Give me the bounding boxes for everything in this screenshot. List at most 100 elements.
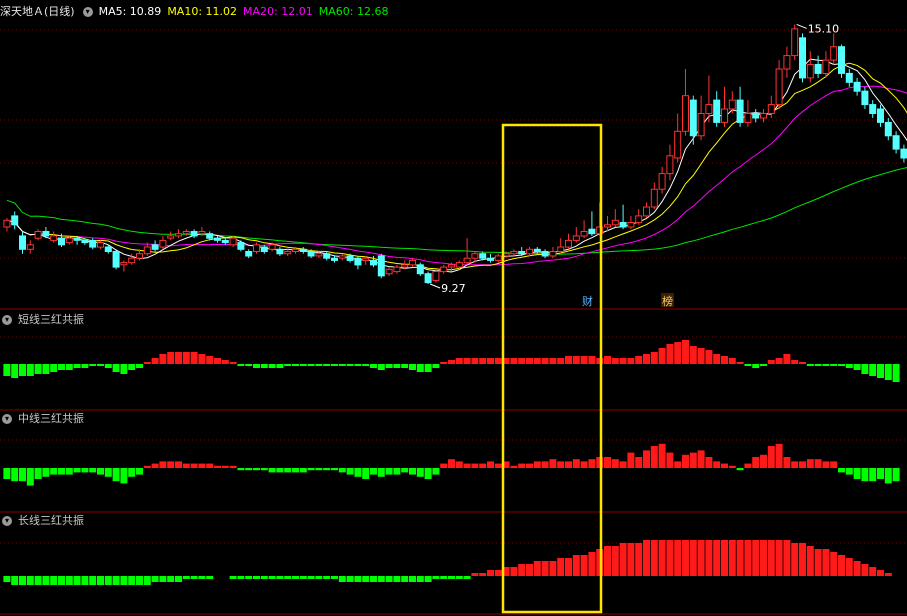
long-hist-bar xyxy=(120,576,128,585)
long-hist-bar xyxy=(697,540,705,576)
candle xyxy=(19,231,26,254)
short-hist-bar xyxy=(409,364,416,370)
mid-hist-bar xyxy=(884,468,892,484)
mid-hist-bar xyxy=(299,468,307,473)
short-hist-bar xyxy=(448,360,455,364)
long-hist-bar xyxy=(370,576,377,582)
long-hist-bar xyxy=(845,558,853,576)
candle xyxy=(120,260,128,272)
long-hist-bar xyxy=(424,576,432,582)
long-hist-bar xyxy=(471,573,479,576)
indicator-header-mid[interactable]: ▾ 中线三红共振 xyxy=(0,411,90,427)
indicator-title-short: 短线三红共振 xyxy=(18,313,84,326)
mid-hist-bar xyxy=(26,468,34,486)
candle-body xyxy=(331,257,338,261)
indicator-header-long[interactable]: ▾ 长线三红共振 xyxy=(0,513,90,529)
short-hist-bar xyxy=(167,352,175,364)
mid-hist-bar xyxy=(526,463,533,468)
candle-body xyxy=(26,244,34,250)
candle xyxy=(869,100,877,118)
short-hist-bar xyxy=(455,358,463,364)
candle xyxy=(853,77,861,96)
candle-body xyxy=(159,239,167,248)
mid-hist-bar xyxy=(245,468,253,471)
candle-body xyxy=(89,239,97,248)
long-hist-bar xyxy=(323,576,331,579)
candle xyxy=(393,264,401,274)
mid-hist-bar xyxy=(510,465,518,468)
short-hist-bar xyxy=(299,364,307,366)
candle-body xyxy=(877,108,884,123)
candle xyxy=(432,269,440,283)
long-hist-bar xyxy=(549,561,557,576)
candle-body xyxy=(580,231,588,237)
candle-body xyxy=(315,253,323,257)
mid-hist-bar xyxy=(760,454,767,468)
candle xyxy=(799,33,806,83)
long-hist-bar xyxy=(34,576,42,585)
long-hist-bar xyxy=(658,540,666,576)
indicator-header-short[interactable]: ▾ 短线三红共振 xyxy=(0,312,90,328)
candle-body xyxy=(682,95,689,132)
short-hist-bar xyxy=(775,358,783,364)
short-hist-bar xyxy=(705,350,713,364)
mid-hist-bar xyxy=(214,465,221,468)
short-hist-bar xyxy=(767,360,775,364)
short-hist-bar xyxy=(50,364,58,372)
long-hist-bar xyxy=(440,576,448,579)
short-hist-bar xyxy=(104,364,112,368)
candle-body xyxy=(432,271,440,281)
long-hist-bar xyxy=(627,543,635,576)
long-hist-bar xyxy=(487,570,494,576)
short-hist-bar xyxy=(604,356,611,364)
mid-hist-bar xyxy=(323,468,331,471)
short-hist-bar xyxy=(401,364,409,368)
short-hist-bar xyxy=(151,358,159,364)
candle xyxy=(112,249,120,270)
long-hist-bar xyxy=(736,540,744,576)
candle-body xyxy=(791,28,799,57)
collapse-icon[interactable]: ▾ xyxy=(2,516,12,526)
collapse-icon[interactable]: ▾ xyxy=(2,315,12,325)
candle xyxy=(440,264,448,274)
long-hist-bar xyxy=(588,552,596,576)
mid-hist-bar xyxy=(182,463,190,468)
settings-icon[interactable]: ▾ xyxy=(82,7,93,17)
long-hist-bar xyxy=(128,576,136,585)
ma5-value: MA5: 10.89 xyxy=(98,5,162,18)
candle-body xyxy=(549,251,557,257)
candle xyxy=(845,68,853,87)
mid-hist-bar xyxy=(432,468,440,475)
candle-body xyxy=(658,173,666,190)
short-hist-bar xyxy=(682,340,689,364)
short-hist-bar xyxy=(666,344,674,364)
mid-hist-bar xyxy=(728,465,736,468)
long-hist-bar xyxy=(448,576,455,579)
short-hist-bar xyxy=(713,354,721,364)
mid-hist-bar xyxy=(97,468,104,475)
short-hist-bar xyxy=(565,356,572,364)
mid-hist-bar xyxy=(666,452,674,468)
candle xyxy=(627,215,635,230)
mid-hist-bar xyxy=(120,468,128,484)
candle xyxy=(260,244,268,254)
short-hist-bar xyxy=(588,356,596,364)
candle-body xyxy=(221,239,229,244)
candle xyxy=(494,253,502,263)
mid-hist-bar xyxy=(892,468,900,482)
candle-body xyxy=(697,113,705,137)
candle xyxy=(588,211,596,236)
collapse-icon[interactable]: ▾ xyxy=(2,414,12,424)
mid-hist-bar xyxy=(377,468,385,477)
candle-body xyxy=(385,268,393,275)
candle-body xyxy=(455,262,463,268)
mid-hist-bar xyxy=(307,468,315,471)
mid-hist-bar xyxy=(58,468,65,475)
long-hist-bar xyxy=(143,576,151,585)
mid-hist-bar xyxy=(697,450,705,468)
long-hist-bar xyxy=(253,576,260,579)
mid-hist-bar xyxy=(549,459,557,468)
long-hist-bar xyxy=(510,567,518,576)
candle-body xyxy=(409,259,416,266)
mid-hist-bar xyxy=(198,463,206,468)
